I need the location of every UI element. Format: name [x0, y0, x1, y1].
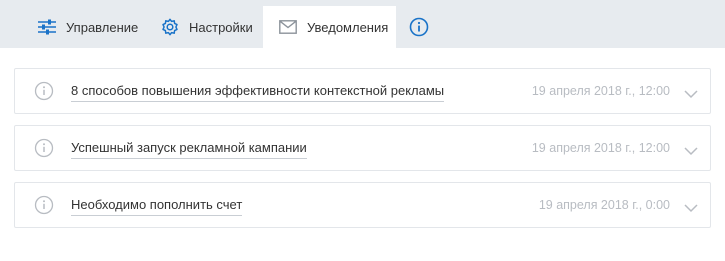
info-icon — [34, 195, 54, 215]
tab-label: Уведомления — [307, 19, 389, 35]
gear-icon — [159, 16, 181, 38]
tab-label: Настройки — [189, 19, 253, 35]
notification-title[interactable]: 8 способов повышения эффективности конте… — [71, 83, 445, 102]
chevron-down-icon[interactable] — [684, 86, 698, 99]
tab-label: Управление — [66, 19, 139, 35]
notification-date: 19 апреля 2018 г., 12:00 — [531, 141, 670, 155]
info-icon — [34, 138, 54, 158]
tab-management[interactable]: Управление — [36, 6, 138, 48]
info-icon — [408, 16, 430, 38]
notification-item[interactable]: 8 способов повышения эффективности конте… — [14, 68, 711, 114]
envelope-icon — [277, 16, 299, 38]
tab-info[interactable] — [408, 6, 434, 48]
tab-bar: Управление Настройки Уведомления — [0, 0, 725, 48]
tab-notifications[interactable]: Уведомления — [263, 6, 396, 48]
tab-settings[interactable]: Настройки — [159, 6, 253, 48]
sliders-icon — [36, 16, 58, 38]
notification-item[interactable]: Успешный запуск рекламной кампании 19 ап… — [14, 125, 711, 171]
notification-item[interactable]: Необходимо пополнить счет 19 апреля 2018… — [14, 182, 711, 228]
chevron-down-icon[interactable] — [684, 200, 698, 213]
notification-date: 19 апреля 2018 г., 0:00 — [538, 198, 670, 212]
chevron-down-icon[interactable] — [684, 143, 698, 156]
notification-title[interactable]: Необходимо пополнить счет — [71, 197, 243, 216]
notification-date: 19 апреля 2018 г., 12:00 — [531, 84, 670, 98]
notification-title[interactable]: Успешный запуск рекламной кампании — [71, 140, 307, 159]
info-icon — [34, 81, 54, 101]
